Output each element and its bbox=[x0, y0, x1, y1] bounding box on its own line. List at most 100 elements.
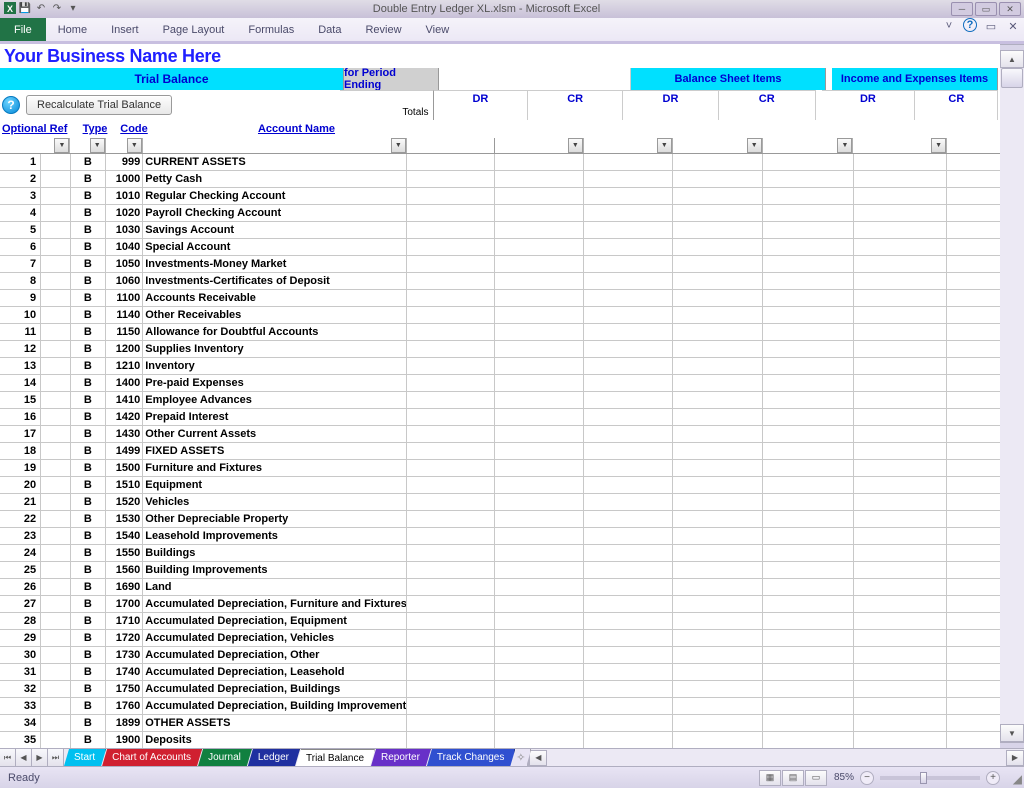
zoom-in-button[interactable]: + bbox=[986, 771, 1000, 785]
filter-ref-dropdown[interactable]: ▼ bbox=[54, 138, 69, 153]
table-row[interactable]: 24B1550Buildings bbox=[0, 545, 1024, 562]
sheet-tab-ledger[interactable]: Ledger bbox=[248, 749, 300, 766]
cell-code[interactable]: 1730 bbox=[106, 647, 143, 663]
cell-account-name[interactable]: Pre-paid Expenses bbox=[143, 375, 407, 391]
cell-type[interactable]: B bbox=[71, 647, 106, 663]
cell-type[interactable]: B bbox=[71, 239, 106, 255]
cell-account-name[interactable]: Accounts Receivable bbox=[143, 290, 407, 306]
table-row[interactable]: 27B1700Accumulated Depreciation, Furnitu… bbox=[0, 596, 1024, 613]
table-row[interactable]: 35B1900Deposits bbox=[0, 732, 1024, 748]
cell-account-name[interactable]: Accumulated Depreciation, Other bbox=[143, 647, 407, 663]
filter-code-dropdown[interactable]: ▼ bbox=[127, 138, 142, 153]
cell-code[interactable]: 1520 bbox=[106, 494, 143, 510]
recalculate-button[interactable]: Recalculate Trial Balance bbox=[26, 95, 172, 115]
hscroll-left[interactable]: ◀ bbox=[529, 750, 547, 766]
cell-account-name[interactable]: Furniture and Fixtures bbox=[143, 460, 407, 476]
cell-code[interactable]: 1100 bbox=[106, 290, 143, 306]
window-close-icon[interactable]: ✕ bbox=[1005, 18, 1021, 34]
cell-type[interactable]: B bbox=[71, 426, 106, 442]
cell-account-name[interactable]: Other Receivables bbox=[143, 307, 407, 323]
scroll-track[interactable] bbox=[1000, 68, 1024, 724]
cell-account-name[interactable]: Other Current Assets bbox=[143, 426, 407, 442]
filter-cr2-dropdown[interactable]: ▼ bbox=[837, 138, 852, 153]
cell-type[interactable]: B bbox=[71, 596, 106, 612]
tab-nav-next[interactable]: ▶ bbox=[32, 749, 48, 766]
cell-account-name[interactable]: Accumulated Depreciation, Leasehold bbox=[143, 664, 407, 680]
ribbon-tab-formulas[interactable]: Formulas bbox=[236, 18, 306, 41]
cell-code[interactable]: 1710 bbox=[106, 613, 143, 629]
cell-type[interactable]: B bbox=[71, 222, 106, 238]
table-row[interactable]: 11B1150Allowance for Doubtful Accounts bbox=[0, 324, 1024, 341]
table-row[interactable]: 19B1500Furniture and Fixtures bbox=[0, 460, 1024, 477]
help-icon[interactable]: ? bbox=[963, 18, 977, 32]
table-row[interactable]: 16B1420Prepaid Interest bbox=[0, 409, 1024, 426]
table-row[interactable]: 25B1560Building Improvements bbox=[0, 562, 1024, 579]
cell-type[interactable]: B bbox=[71, 188, 106, 204]
table-row[interactable]: 6B1040Special Account bbox=[0, 239, 1024, 256]
cell-type[interactable]: B bbox=[71, 528, 106, 544]
cell-account-name[interactable]: Prepaid Interest bbox=[143, 409, 407, 425]
table-row[interactable]: 28B1710Accumulated Depreciation, Equipme… bbox=[0, 613, 1024, 630]
window-restore-icon[interactable]: ▭ bbox=[983, 18, 999, 34]
cell-type[interactable]: B bbox=[71, 290, 106, 306]
ribbon-tab-home[interactable]: Home bbox=[46, 18, 99, 41]
table-row[interactable]: 8B1060Investments-Certificates of Deposi… bbox=[0, 273, 1024, 290]
cell-account-name[interactable]: Buildings bbox=[143, 545, 407, 561]
cell-code[interactable]: 1540 bbox=[106, 528, 143, 544]
cell-account-name[interactable]: Accumulated Depreciation, Building Impro… bbox=[143, 698, 407, 714]
cell-type[interactable]: B bbox=[71, 443, 106, 459]
tab-nav-prev[interactable]: ◀ bbox=[16, 749, 32, 766]
cell-type[interactable]: B bbox=[71, 630, 106, 646]
close-button[interactable]: ✕ bbox=[999, 2, 1021, 16]
sheet-tab-start[interactable]: Start bbox=[64, 749, 106, 766]
cell-account-name[interactable]: Land bbox=[143, 579, 407, 595]
table-row[interactable]: 26B1690Land bbox=[0, 579, 1024, 596]
cell-account-name[interactable]: Investments-Certificates of Deposit bbox=[143, 273, 407, 289]
cell-type[interactable]: B bbox=[71, 273, 106, 289]
cell-type[interactable]: B bbox=[71, 732, 106, 748]
cell-code[interactable]: 1010 bbox=[106, 188, 143, 204]
cell-code[interactable]: 999 bbox=[106, 154, 143, 170]
cell-code[interactable]: 1410 bbox=[106, 392, 143, 408]
maximize-button[interactable]: ▭ bbox=[975, 2, 997, 16]
scroll-thumb[interactable] bbox=[1001, 68, 1023, 88]
save-icon[interactable]: 💾 bbox=[18, 1, 32, 15]
file-tab[interactable]: File bbox=[0, 18, 46, 41]
cell-account-name[interactable]: Vehicles bbox=[143, 494, 407, 510]
filter-dr3-dropdown[interactable]: ▼ bbox=[931, 138, 946, 153]
cell-account-name[interactable]: Petty Cash bbox=[143, 171, 407, 187]
cell-code[interactable]: 1030 bbox=[106, 222, 143, 238]
ribbon-tab-view[interactable]: View bbox=[414, 18, 462, 41]
sheet-tab-track-changes[interactable]: Track Changes bbox=[427, 749, 515, 766]
filter-dr2-dropdown[interactable]: ▼ bbox=[747, 138, 762, 153]
sheet-tab-reporter[interactable]: Reporter bbox=[371, 749, 431, 766]
cell-account-name[interactable]: Allowance for Doubtful Accounts bbox=[143, 324, 407, 340]
qat-more-icon[interactable]: ▾ bbox=[66, 1, 80, 15]
cell-code[interactable]: 1900 bbox=[106, 732, 143, 748]
table-row[interactable]: 14B1400Pre-paid Expenses bbox=[0, 375, 1024, 392]
cell-type[interactable]: B bbox=[71, 562, 106, 578]
cell-type[interactable]: B bbox=[71, 256, 106, 272]
cell-account-name[interactable]: Accumulated Depreciation, Buildings bbox=[143, 681, 407, 697]
cell-code[interactable]: 1530 bbox=[106, 511, 143, 527]
cell-account-name[interactable]: Special Account bbox=[143, 239, 407, 255]
cell-type[interactable]: B bbox=[71, 358, 106, 374]
table-row[interactable]: 33B1760Accumulated Depreciation, Buildin… bbox=[0, 698, 1024, 715]
cell-type[interactable]: B bbox=[71, 681, 106, 697]
view-page-break-button[interactable]: ▭ bbox=[805, 770, 827, 786]
cell-account-name[interactable]: Accumulated Depreciation, Furniture and … bbox=[143, 596, 407, 612]
cell-type[interactable]: B bbox=[71, 545, 106, 561]
ribbon-tab-review[interactable]: Review bbox=[353, 18, 413, 41]
cell-type[interactable]: B bbox=[71, 477, 106, 493]
cell-code[interactable]: 1020 bbox=[106, 205, 143, 221]
cell-type[interactable]: B bbox=[71, 171, 106, 187]
cell-code[interactable]: 1510 bbox=[106, 477, 143, 493]
view-page-layout-button[interactable]: ▤ bbox=[782, 770, 804, 786]
table-row[interactable]: 12B1200Supplies Inventory bbox=[0, 341, 1024, 358]
cell-type[interactable]: B bbox=[71, 409, 106, 425]
filter-type-dropdown[interactable]: ▼ bbox=[90, 138, 105, 153]
cell-type[interactable]: B bbox=[71, 307, 106, 323]
cell-account-name[interactable]: Equipment bbox=[143, 477, 407, 493]
cell-type[interactable]: B bbox=[71, 341, 106, 357]
cell-code[interactable]: 1140 bbox=[106, 307, 143, 323]
